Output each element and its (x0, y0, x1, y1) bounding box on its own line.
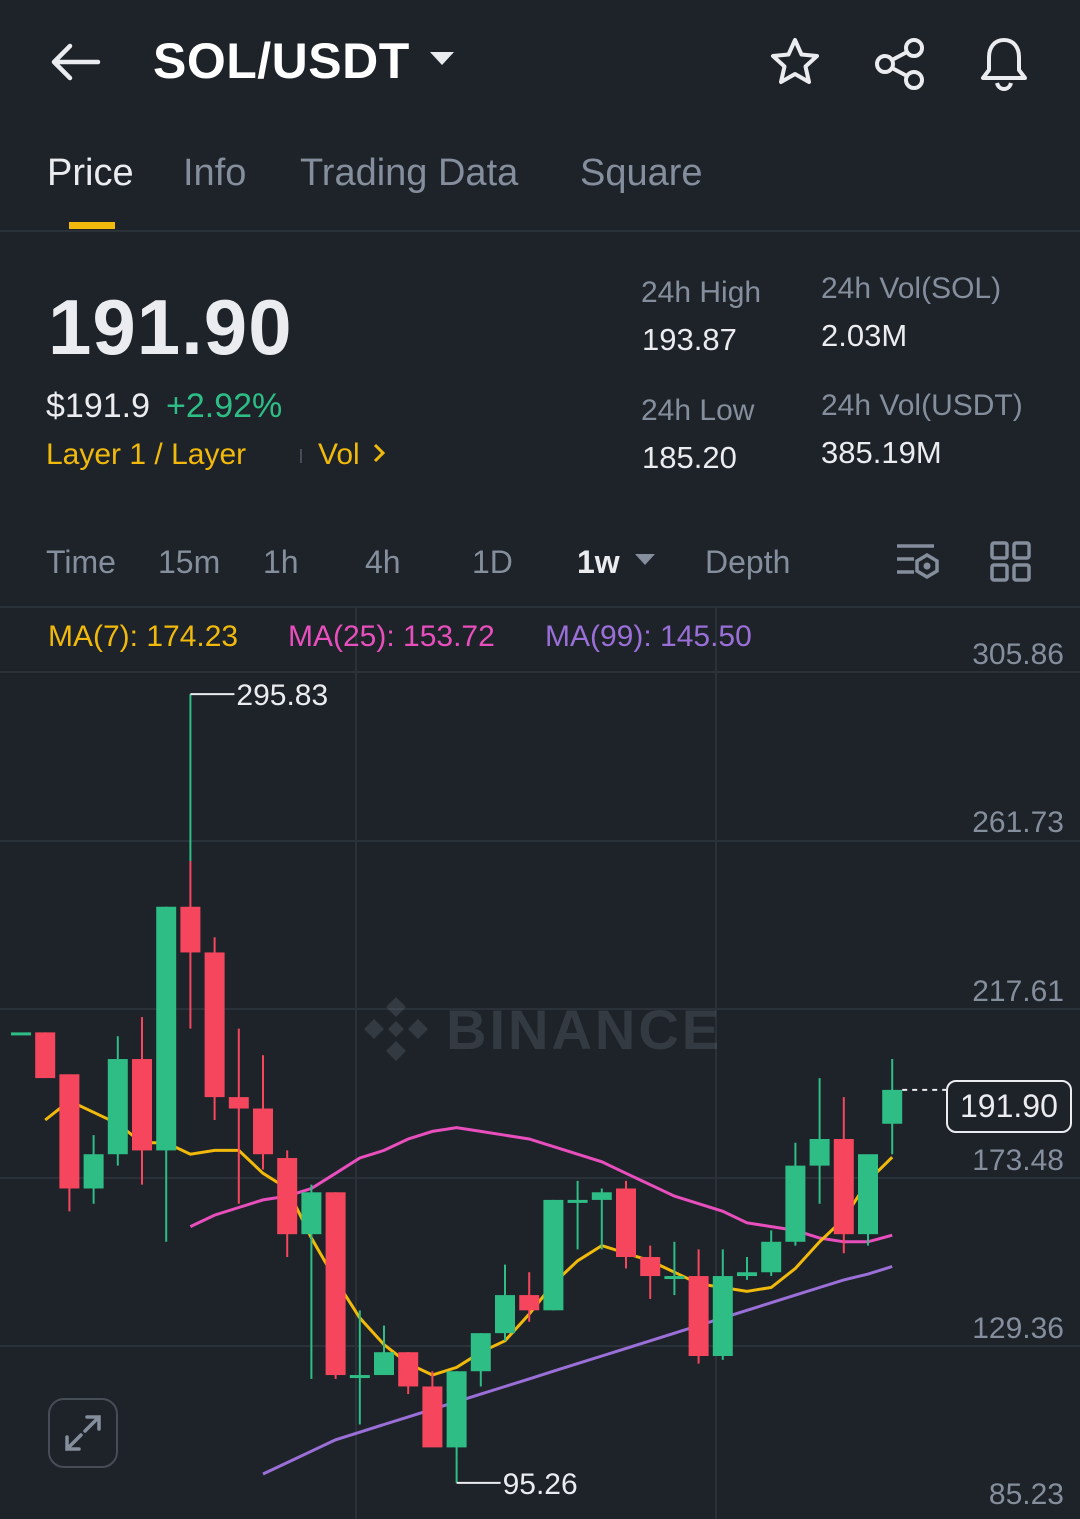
y-tick-label: 129.36 (972, 1312, 1064, 1345)
pair-title: SOL/USDT (153, 33, 410, 89)
vol-base-label: 24h Vol(SOL) (821, 272, 1002, 305)
binance-logo-icon (364, 997, 428, 1061)
tabs-divider (0, 230, 1080, 232)
candle-down (277, 1158, 298, 1235)
tab-info[interactable]: Info (183, 152, 246, 195)
candle-up (664, 1276, 685, 1280)
vol-link-label: Vol (318, 438, 360, 471)
active-tab-indicator (69, 222, 115, 229)
tf-1w[interactable]: 1w (577, 544, 656, 581)
tf-15m[interactable]: 15m (158, 544, 220, 581)
candle-down (398, 1352, 419, 1387)
low-value: 185.20 (642, 440, 737, 475)
candle-down (132, 1059, 152, 1151)
grid-layout-icon[interactable] (989, 540, 1033, 589)
low-label: 24h Low (641, 394, 755, 427)
price-subline: $191.9 +2.92% (46, 387, 282, 426)
last-price: 191.90 (48, 283, 293, 371)
candle-up (712, 1276, 733, 1357)
candle-up (156, 906, 177, 1151)
vol-link[interactable]: Vol (318, 438, 386, 472)
bell-icon[interactable] (976, 34, 1032, 92)
candle-up (882, 1089, 903, 1124)
y-tick-label: 305.86 (972, 638, 1064, 671)
tf-1w-label: 1w (577, 544, 620, 580)
tf-time[interactable]: Time (46, 544, 116, 581)
ma99-legend: MA(99): 145.50 (545, 620, 752, 653)
candle-up (470, 1333, 491, 1372)
tab-trading-data[interactable]: Trading Data (300, 152, 518, 195)
min-price-label: 95.26 (503, 1468, 578, 1501)
candle-up (11, 1032, 31, 1036)
candle-up (858, 1154, 878, 1235)
tf-depth[interactable]: Depth (705, 544, 790, 581)
max-price-label: 295.83 (236, 679, 328, 712)
candle-up (374, 1352, 394, 1376)
candle-down (640, 1257, 661, 1277)
vol-base-value: 2.03M (821, 318, 908, 353)
tab-price[interactable]: Price (47, 152, 134, 195)
candle-up (785, 1165, 806, 1242)
candle-down (228, 1097, 249, 1109)
high-label: 24h High (641, 276, 762, 309)
expand-arrows-icon (65, 1415, 101, 1451)
star-icon[interactable] (768, 36, 822, 90)
y-tick-label: 173.48 (972, 1144, 1064, 1177)
candle-up (107, 1059, 128, 1155)
candle-down (519, 1295, 540, 1311)
watermark-text: BINANCE (446, 997, 723, 1061)
fullscreen-button[interactable] (48, 1398, 118, 1468)
vol-quote-value: 385.19M (821, 435, 942, 470)
usd-price: $191.9 (46, 387, 150, 425)
category-link[interactable]: Layer 1 / Layer (46, 438, 246, 472)
caret-down-icon (428, 50, 456, 73)
candle-up (567, 1199, 588, 1203)
share-icon[interactable] (872, 36, 928, 92)
candle-up (495, 1295, 515, 1334)
candle-down (422, 1386, 443, 1448)
candle-up (591, 1192, 612, 1200)
indicator-settings-icon[interactable] (894, 540, 942, 589)
last-price-marker: 191.90 (946, 1080, 1072, 1133)
candle-up (761, 1241, 782, 1273)
candle-down (180, 906, 201, 953)
high-value: 193.87 (642, 322, 737, 357)
y-tick-label: 85.23 (988, 1478, 1064, 1511)
candle-down (204, 952, 225, 1098)
divider-dot (300, 449, 302, 463)
candle-down (616, 1188, 636, 1258)
candle-up (543, 1199, 564, 1311)
ma99-line (262, 1265, 893, 1476)
y-tick-label: 261.73 (972, 806, 1064, 839)
ma7-legend: MA(7): 174.23 (48, 620, 239, 653)
tf-1d[interactable]: 1D (472, 544, 513, 581)
candle-up (737, 1272, 757, 1277)
price-change: +2.92% (166, 387, 283, 425)
candle-down (833, 1138, 854, 1235)
candle-up (349, 1375, 370, 1379)
back-arrow-icon[interactable] (48, 40, 102, 84)
candle-up (446, 1371, 467, 1448)
candle-up (809, 1138, 830, 1166)
pair-selector[interactable]: SOL/USDT (153, 32, 456, 90)
ma25-legend: MA(25): 153.72 (288, 620, 495, 653)
candle-down (325, 1192, 346, 1376)
candle-down (253, 1108, 273, 1155)
caret-down-icon (634, 553, 656, 572)
tab-square[interactable]: Square (580, 152, 703, 195)
y-tick-label: 217.61 (972, 975, 1064, 1008)
candle-up (301, 1192, 322, 1235)
tf-1h[interactable]: 1h (263, 544, 299, 581)
candle-down (59, 1074, 80, 1189)
tf-4h[interactable]: 4h (365, 544, 401, 581)
vol-quote-label: 24h Vol(USDT) (821, 389, 1023, 422)
chevron-right-icon (372, 442, 386, 469)
binance-watermark: BINANCE (360, 993, 722, 1065)
candle-down (688, 1276, 709, 1357)
candle-up (83, 1154, 104, 1189)
candle-down (35, 1032, 56, 1079)
